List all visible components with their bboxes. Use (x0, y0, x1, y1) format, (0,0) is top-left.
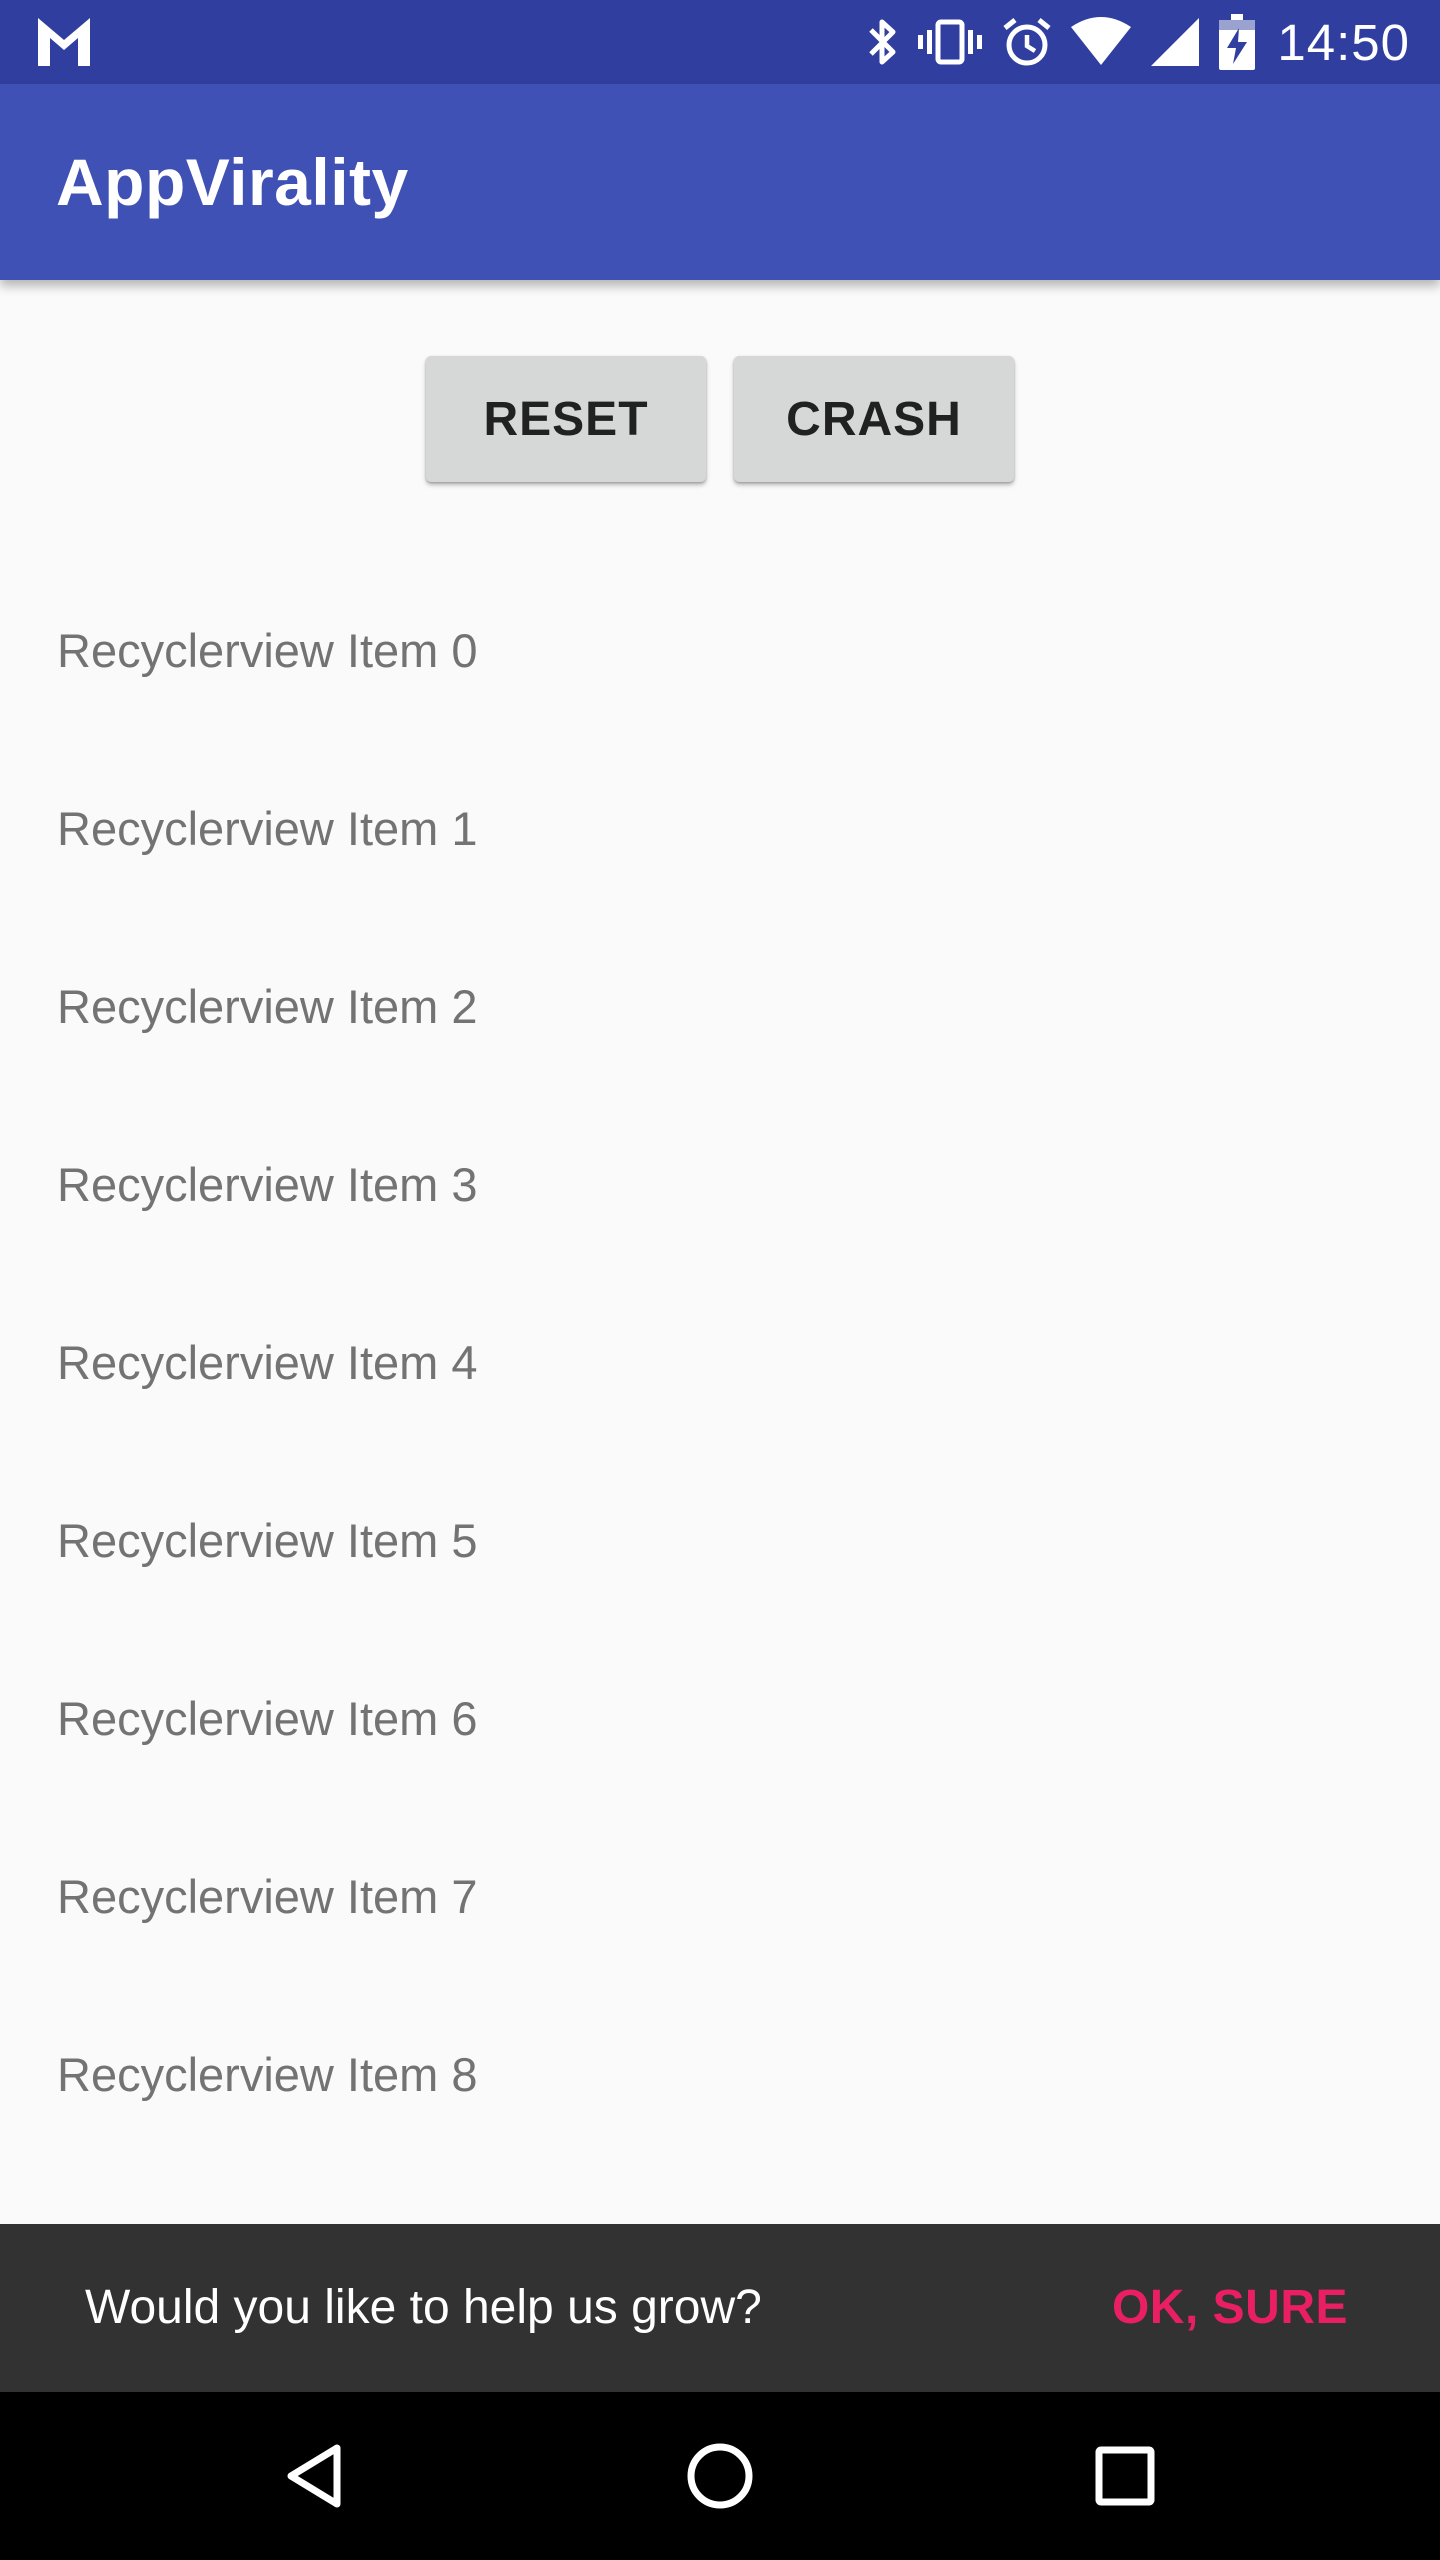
reset-button[interactable]: RESET (426, 356, 706, 482)
status-time: 14:50 (1277, 13, 1410, 71)
wifi-icon (1071, 17, 1132, 65)
list-item[interactable]: Recyclerview Item 2 (0, 916, 1440, 1094)
status-bar: 14:50 (0, 0, 1440, 84)
alarm-icon (1003, 18, 1051, 66)
list-item-label: Recyclerview Item 5 (57, 1514, 478, 1567)
back-icon[interactable] (265, 2426, 365, 2526)
list-item-label: Recyclerview Item 1 (57, 802, 478, 855)
list-item[interactable]: Recyclerview Item 3 (0, 1094, 1440, 1272)
signal-icon (1151, 18, 1200, 66)
list-item-label: Recyclerview Item 2 (57, 980, 478, 1033)
list-item[interactable]: Recyclerview Item 6 (0, 1628, 1440, 1806)
crash-button[interactable]: CRASH (734, 356, 1014, 482)
list-item[interactable]: Recyclerview Item 1 (0, 738, 1440, 916)
app-toolbar: AppVirality (0, 84, 1440, 280)
vibrate-icon (918, 19, 983, 65)
battery-charging-icon (1219, 14, 1256, 70)
list-item[interactable]: Recyclerview Item 4 (0, 1272, 1440, 1450)
bluetooth-icon (869, 19, 896, 65)
snackbar: Would you like to help us grow? OK, SURE (0, 2224, 1440, 2392)
list-item[interactable]: Recyclerview Item 8 (0, 1984, 1440, 2162)
recyclerview-list[interactable]: Recyclerview Item 0 Recyclerview Item 1 … (0, 560, 1440, 2162)
app-title: AppVirality (56, 145, 409, 219)
list-item-label: Recyclerview Item 6 (57, 1692, 478, 1745)
list-item[interactable]: Recyclerview Item 0 (0, 560, 1440, 738)
status-icons: 14:50 (865, 0, 1440, 84)
home-icon[interactable] (670, 2426, 770, 2526)
recents-icon[interactable] (1075, 2426, 1175, 2526)
list-item-label: Recyclerview Item 4 (57, 1336, 478, 1389)
navigation-bar (0, 2392, 1440, 2560)
list-item[interactable]: Recyclerview Item 7 (0, 1806, 1440, 1984)
gmail-icon (38, 18, 90, 66)
snackbar-message: Would you like to help us grow? (85, 2281, 762, 2334)
list-item-label: Recyclerview Item 0 (57, 624, 478, 677)
list-item-label: Recyclerview Item 7 (57, 1870, 478, 1923)
list-item[interactable]: Recyclerview Item 5 (0, 1450, 1440, 1628)
list-item-label: Recyclerview Item 3 (57, 1158, 478, 1211)
list-item-label: Recyclerview Item 8 (57, 2048, 478, 2101)
snackbar-ok-button[interactable]: OK, SURE (1112, 2280, 1348, 2335)
